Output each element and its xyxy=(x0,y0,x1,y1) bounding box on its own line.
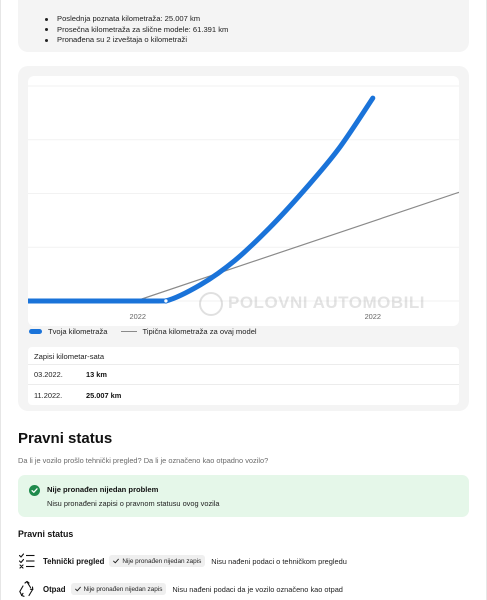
checkmark-icon xyxy=(113,558,120,564)
check-circle-icon xyxy=(29,485,40,496)
status-badge: Nije pronađen nijedan zapis xyxy=(109,555,206,567)
summary-list: Poslednja poznata kilometraža: 25.007 km… xyxy=(42,14,469,46)
legal-status-banner: Nije pronađen nijedan problem Nisu prona… xyxy=(18,475,469,517)
legal-checks-heading: Pravni status xyxy=(18,529,74,539)
legend-swatch-user xyxy=(29,328,42,334)
x-tick-label: 2022 xyxy=(130,312,146,321)
status-badge-label: Nije pronađen nijedan zapis xyxy=(83,585,163,593)
table-row: 03.2022. 13 km xyxy=(28,365,459,385)
legend-label-typical: Tipična kilometraža za ovaj model xyxy=(142,326,257,336)
legend-item-typical[interactable]: Tipična kilometraža za ovaj model xyxy=(120,326,257,336)
chart-x-ticks: 2022 2022 xyxy=(130,312,382,321)
check-label: Tehnički pregled xyxy=(43,556,105,566)
summary-item-average-mileage: Prosečna kilometraža za slične modele: 6… xyxy=(42,25,469,36)
record-value: 13 km xyxy=(86,370,107,379)
data-point-marker[interactable] xyxy=(163,298,169,304)
legal-status-subtitle: Da li je vozilo prošlo tehnički pregled?… xyxy=(18,456,269,465)
status-badge-label: Nije pronađen nijedan zapis xyxy=(122,557,202,565)
record-value: 25.007 km xyxy=(86,390,122,400)
record-date: 03.2022. xyxy=(34,370,63,379)
check-description: Nisu nađeni podaci da je vozilo označeno… xyxy=(172,584,343,594)
summary-item-last-mileage: Poslednja poznata kilometraža: 25.007 km xyxy=(42,14,469,25)
x-tick-label: 2022 xyxy=(365,312,381,321)
summary-item-report-count: Pronađena su 2 izveštaja o kilometraži xyxy=(42,35,469,46)
legend-item-user[interactable]: Tvoja kilometraža xyxy=(29,327,108,336)
series-line-typical-mileage xyxy=(135,191,459,302)
mileage-chart: POLOVNI AUTOMOBILI 2022 2022 xyxy=(28,76,459,326)
mileage-chart-svg: POLOVNI AUTOMOBILI 2022 2022 xyxy=(28,85,459,321)
record-date: 11.2022. xyxy=(34,390,63,400)
legend-swatch-typical xyxy=(120,330,137,332)
odometer-records-table: Zapisi kilometar-sata 03.2022. 13 km 11.… xyxy=(28,347,459,405)
left-page-border xyxy=(0,0,1,600)
check-label: Otpad xyxy=(43,584,66,594)
table-row: 11.2022. 25.007 km xyxy=(28,385,459,405)
watermark-logo-ring xyxy=(199,292,223,316)
legal-status-heading: Pravni status xyxy=(18,430,113,447)
status-title: Nije pronađen nijedan problem xyxy=(47,485,159,494)
recycle-icon xyxy=(18,580,36,598)
checklist-icon xyxy=(18,552,36,570)
status-description: Nisu pronađeni zapisi o pravnom statusu … xyxy=(47,499,220,508)
check-description: Nisu nađeni podaci o tehničkom pregledu xyxy=(211,556,347,566)
check-row-scrap: Otpad Nije pronađen nijedan zapis Nisu n… xyxy=(18,580,343,598)
chart-watermark: POLOVNI AUTOMOBILI xyxy=(199,292,425,316)
mileage-chart-card: POLOVNI AUTOMOBILI 2022 2022 Tvoja kilome… xyxy=(18,66,469,411)
chart-series xyxy=(28,95,459,304)
checkmark-icon xyxy=(74,586,81,592)
legend-label-user: Tvoja kilometraža xyxy=(48,326,108,336)
watermark-text: POLOVNI AUTOMOBILI xyxy=(228,293,425,312)
mileage-summary-card: Poslednja poznata kilometraža: 25.007 km… xyxy=(18,0,469,52)
series-line-user-mileage xyxy=(28,95,376,304)
odometer-records-title: Zapisi kilometar-sata xyxy=(28,347,459,365)
chart-gridlines xyxy=(28,85,459,302)
status-badge: Nije pronađen nijedan zapis xyxy=(70,583,167,595)
check-row-technical-inspection: Tehnički pregled Nije pronađen nijedan z… xyxy=(18,552,347,570)
chart-legend: Tvoja kilometraža Tipična kilometraža za… xyxy=(29,325,270,337)
